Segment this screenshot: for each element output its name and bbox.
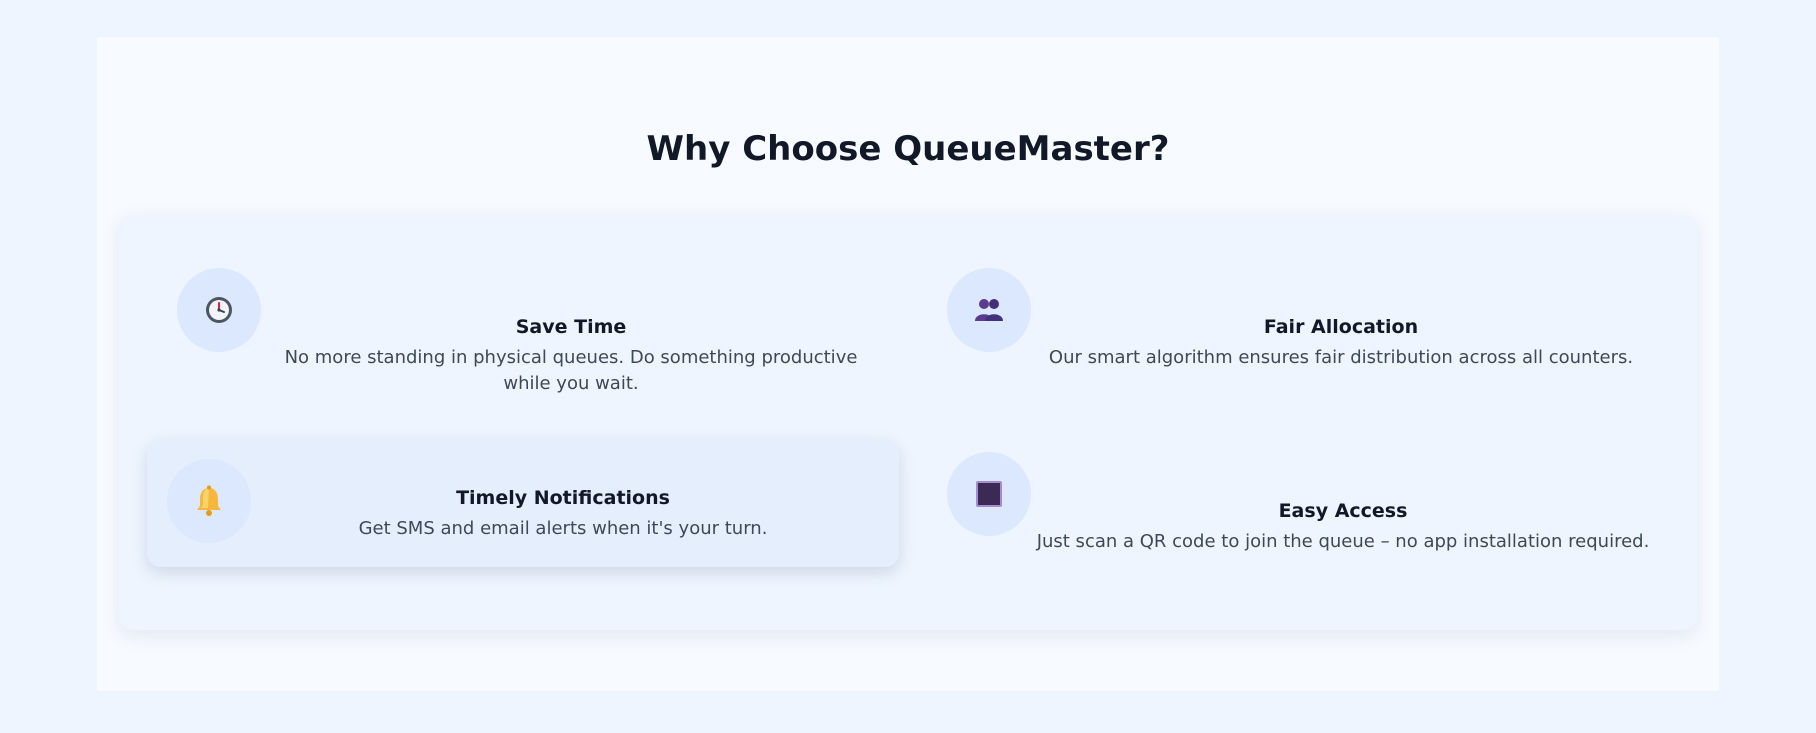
feature-description: Our smart algorithm ensures fair distrib…: [1048, 347, 1634, 368]
feature-title: Save Time: [515, 316, 627, 338]
feature-timely-notifications[interactable]: Timely Notifications Get SMS and email a…: [147, 439, 899, 567]
feature-description: No more standing in physical queues. Do …: [284, 347, 858, 394]
feature-save-time[interactable]: Save Time No more standing in physical q…: [149, 234, 897, 394]
feature-title: Timely Notifications: [456, 487, 670, 509]
feature-description: Get SMS and email alerts when it's your …: [358, 518, 768, 539]
clock-icon: [177, 268, 261, 352]
feature-easy-access[interactable]: Easy Access Just scan a QR code to join …: [919, 416, 1669, 556]
section-heading: Why Choose QueueMaster?: [646, 129, 1170, 169]
feature-title: Fair Allocation: [1263, 316, 1419, 338]
feature-title: Easy Access: [1278, 500, 1408, 522]
people-icon: [947, 268, 1031, 352]
feature-description: Just scan a QR code to join the queue – …: [1036, 531, 1650, 552]
feature-fair-allocation[interactable]: Fair Allocation Our smart algorithm ensu…: [919, 234, 1669, 374]
qr-code-icon: [947, 452, 1031, 536]
features-panel: Save Time No more standing in physical q…: [119, 214, 1697, 630]
bell-icon: [167, 459, 251, 543]
features-section: Why Choose QueueMaster? Save Time No mor…: [97, 37, 1719, 691]
